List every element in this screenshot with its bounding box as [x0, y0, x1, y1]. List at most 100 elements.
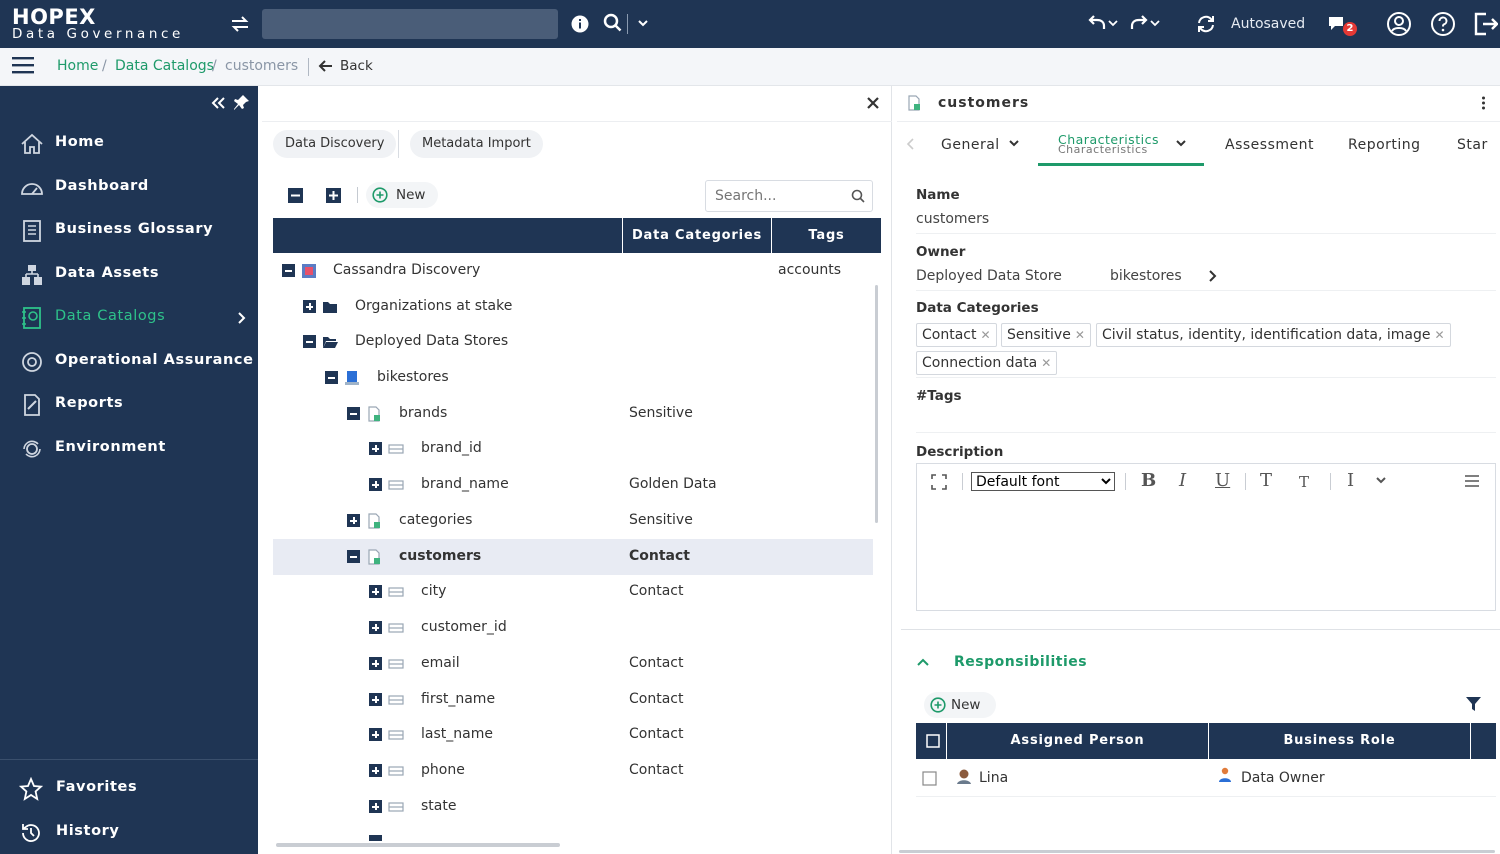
more-options-icon[interactable]: [1481, 96, 1486, 110]
tree-row[interactable]: state: [273, 789, 873, 825]
tree-search-input[interactable]: [706, 181, 846, 211]
collapse-node-icon[interactable]: [347, 407, 360, 420]
sync-icon[interactable]: [1195, 13, 1217, 35]
info-icon[interactable]: [570, 14, 590, 34]
expand-node-icon[interactable]: [369, 764, 382, 777]
chevron-up-icon[interactable]: [916, 656, 930, 668]
expand-node-icon[interactable]: [369, 621, 382, 634]
sidebar-item-favorites[interactable]: Favorites: [0, 769, 258, 809]
remove-chip-icon[interactable]: ✕: [1434, 328, 1444, 342]
sidebar-item-data-assets[interactable]: Data Assets: [0, 255, 258, 295]
italic-icon[interactable]: I: [1179, 470, 1186, 491]
tab-general[interactable]: General: [941, 137, 1000, 153]
chevron-down-icon[interactable]: [1008, 139, 1020, 149]
filter-icon[interactable]: [1465, 696, 1482, 712]
collapse-node-icon[interactable]: [347, 550, 360, 563]
sidebar-item-reports[interactable]: Reports: [0, 385, 258, 425]
table-row[interactable]: Lina Data Owner: [916, 759, 1496, 797]
name-value[interactable]: customers: [916, 211, 989, 227]
back-button[interactable]: Back: [340, 58, 373, 74]
tree-row[interactable]: bikestores: [273, 360, 873, 396]
column-header-data-categories[interactable]: Data Categories: [623, 218, 771, 253]
tree-row[interactable]: phone Contact: [273, 753, 873, 789]
category-chip[interactable]: Connection data ✕: [916, 351, 1058, 375]
search-icon[interactable]: [851, 189, 865, 203]
new-button[interactable]: New: [366, 182, 438, 208]
expand-node-icon[interactable]: [369, 693, 382, 706]
expand-all-icon[interactable]: [326, 188, 341, 203]
tree-row[interactable]: city Contact: [273, 574, 873, 610]
breadcrumb-data-catalogs[interactable]: Data Catalogs: [115, 58, 214, 74]
column-header-tags[interactable]: Tags: [772, 218, 881, 253]
tab-characteristics[interactable]: Characteristics Characteristics: [1038, 128, 1204, 166]
swap-icon[interactable]: [229, 13, 251, 35]
tree-row[interactable]: first_name Contact: [273, 682, 873, 718]
tree-row[interactable]: categories Sensitive: [273, 503, 873, 539]
expand-node-icon[interactable]: [303, 300, 316, 313]
sidebar-item-dashboard[interactable]: Dashboard: [0, 168, 258, 208]
sidebar-item-data-catalogs[interactable]: Data Catalogs: [0, 298, 258, 338]
search-dropdown-chevron-icon[interactable]: [636, 16, 650, 30]
chevron-right-icon[interactable]: [1207, 269, 1217, 283]
horizontal-scrollbar[interactable]: [899, 850, 1495, 853]
close-panel-icon[interactable]: [866, 96, 880, 110]
tab-reporting[interactable]: Reporting: [1348, 137, 1421, 153]
help-icon[interactable]: [1430, 11, 1456, 37]
remove-chip-icon[interactable]: ✕: [1075, 328, 1085, 342]
hamburger-menu-icon[interactable]: [12, 56, 34, 74]
tree-row[interactable]: Organizations at stake: [273, 289, 873, 325]
expand-node-icon[interactable]: [369, 585, 382, 598]
collapse-node-icon[interactable]: [303, 335, 316, 348]
responsibilities-header[interactable]: Responsibilities: [954, 654, 1087, 670]
tab-data-discovery[interactable]: Data Discovery: [273, 130, 397, 158]
owner-value[interactable]: bikestores: [1110, 268, 1182, 284]
column-header-business-role[interactable]: Business Role: [1209, 723, 1470, 759]
remove-chip-icon[interactable]: ✕: [980, 328, 990, 342]
font-size-decrease-icon[interactable]: T: [1299, 473, 1309, 491]
tree-row[interactable]: email Contact: [273, 646, 873, 682]
expand-node-icon[interactable]: [347, 514, 360, 527]
expand-node-icon[interactable]: [369, 442, 382, 455]
collapse-node-icon[interactable]: [325, 371, 338, 384]
global-search-input[interactable]: [262, 9, 558, 39]
logout-icon[interactable]: [1472, 11, 1498, 37]
category-chip[interactable]: Civil status, identity, identification d…: [1096, 323, 1451, 347]
tabs-scroll-left-icon[interactable]: [906, 137, 916, 151]
horizontal-scrollbar[interactable]: [276, 843, 560, 847]
row-checkbox[interactable]: [922, 771, 937, 786]
tab-star[interactable]: Star: [1457, 137, 1488, 153]
chevron-down-icon[interactable]: [1375, 476, 1387, 486]
font-family-select[interactable]: Default font: [971, 472, 1115, 491]
tree-row[interactable]: brand_name Golden Data: [273, 467, 873, 503]
redo-icon[interactable]: [1128, 13, 1162, 35]
new-responsibility-button[interactable]: New: [924, 692, 996, 718]
tab-metadata-import[interactable]: Metadata Import: [410, 130, 543, 158]
sidebar-item-operational-assurance[interactable]: Operational Assurance: [0, 342, 258, 382]
align-icon[interactable]: [1464, 474, 1480, 488]
select-all-checkbox[interactable]: [920, 723, 946, 759]
expand-node-icon[interactable]: [369, 800, 382, 813]
user-profile-icon[interactable]: [1386, 11, 1412, 37]
expand-node-icon[interactable]: [369, 478, 382, 491]
collapse-sidebar-icon[interactable]: [210, 95, 226, 111]
expand-node-icon[interactable]: [369, 728, 382, 741]
remove-chip-icon[interactable]: ✕: [1041, 356, 1051, 370]
category-chip[interactable]: Contact ✕: [916, 323, 997, 347]
tree-row[interactable]: customer_id: [273, 610, 873, 646]
tree-search-box[interactable]: [705, 180, 873, 212]
category-chip[interactable]: Sensitive ✕: [1001, 323, 1091, 347]
assigned-person[interactable]: Lina: [979, 770, 1008, 786]
tree-row[interactable]: last_name Contact: [273, 717, 873, 753]
collapse-all-icon[interactable]: [288, 188, 303, 203]
tree-row[interactable]: brands Sensitive: [273, 396, 873, 432]
column-header-assigned-person[interactable]: Assigned Person: [947, 723, 1208, 759]
font-size-increase-icon[interactable]: T: [1260, 470, 1272, 491]
sidebar-item-environment[interactable]: Environment: [0, 429, 258, 469]
underline-icon[interactable]: U: [1215, 470, 1230, 491]
bold-icon[interactable]: B: [1141, 470, 1156, 491]
tree-row[interactable]: Deployed Data Stores: [273, 324, 873, 360]
fullscreen-icon[interactable]: [931, 474, 947, 490]
chevron-down-icon[interactable]: [1175, 139, 1187, 149]
breadcrumb-home[interactable]: Home: [57, 58, 98, 74]
text-style-icon[interactable]: I: [1347, 470, 1354, 491]
